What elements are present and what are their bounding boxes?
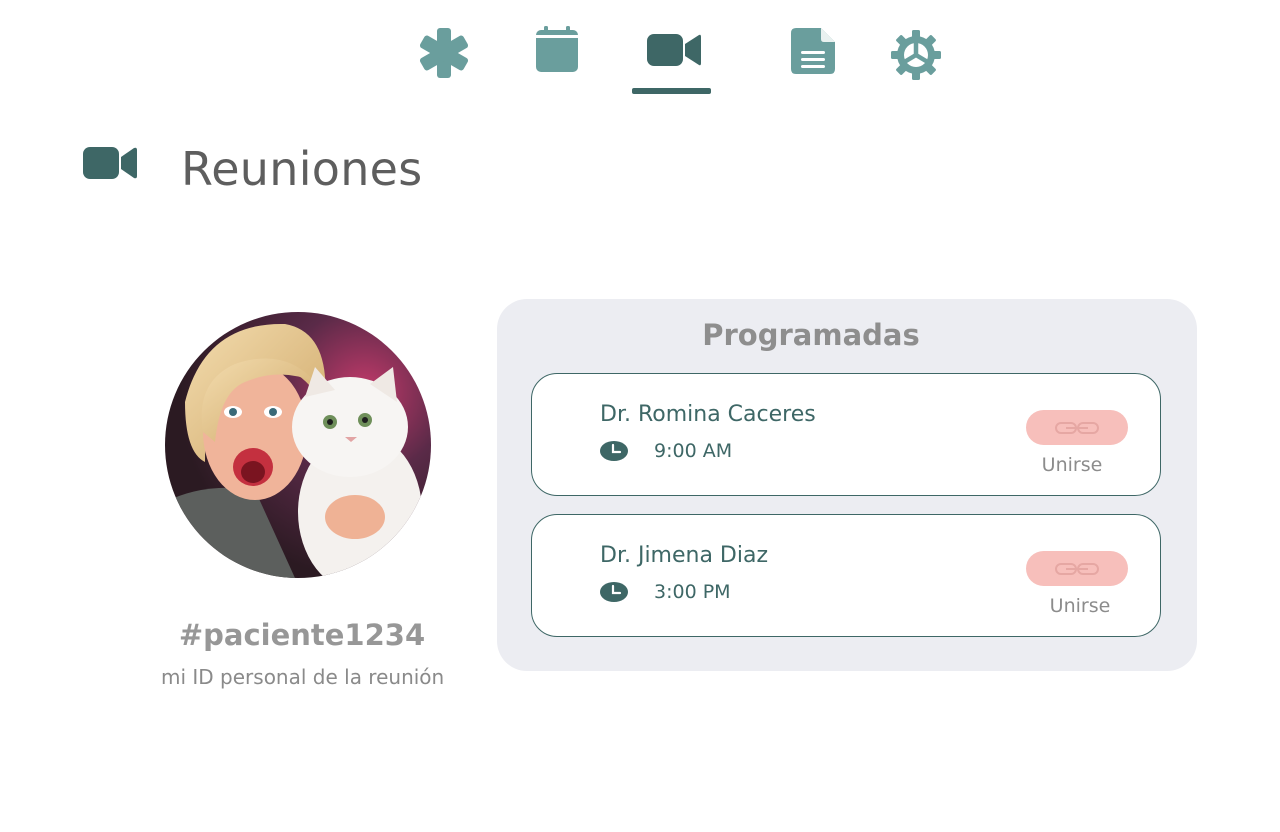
header-video-camera-icon [83,146,137,184]
document-icon [791,28,835,74]
nav-item-meetings[interactable] [647,24,701,76]
scheduled-meetings-panel: Programadas Dr. Romina Caceres 9:00 AM U… [497,299,1197,671]
clock-icon [600,441,628,461]
nav-item-settings[interactable] [890,24,942,86]
meeting-time: 3:00 PM [600,581,731,603]
gear-icon [891,30,941,80]
meeting-card: Dr. Romina Caceres 9:00 AM Unirse [531,373,1161,496]
meetings-page: Reuniones #paciente1234 mi ID personal d… [0,0,1280,832]
calendar-icon [536,26,578,72]
join-button[interactable] [1026,410,1128,445]
doctor-name: Dr. Romina Caceres [600,402,816,427]
video-camera-icon [647,34,701,66]
clock-icon [600,582,628,602]
page-title: Reuniones [181,142,423,196]
avatar [165,312,431,578]
link-icon [1055,562,1099,575]
personal-meeting-id-caption: mi ID personal de la reunión [161,665,445,689]
nav-item-home[interactable] [416,24,472,82]
nav-item-documents[interactable] [790,24,838,76]
join-label[interactable]: Unirse [1022,454,1122,476]
meeting-time: 9:00 AM [600,440,732,462]
join-label[interactable]: Unirse [1030,595,1130,617]
personal-meeting-id: #paciente1234 [178,618,426,652]
meeting-time-text: 3:00 PM [654,581,731,603]
scheduled-title: Programadas [702,318,920,352]
join-button[interactable] [1026,551,1128,586]
asterisk-icon [419,28,469,78]
active-tab-indicator [632,88,711,94]
nav-item-calendar[interactable] [534,24,580,76]
link-icon [1055,421,1099,434]
meeting-time-text: 9:00 AM [654,440,733,462]
doctor-name: Dr. Jimena Diaz [600,543,769,568]
meeting-card: Dr. Jimena Diaz 3:00 PM Unirse [531,514,1161,637]
